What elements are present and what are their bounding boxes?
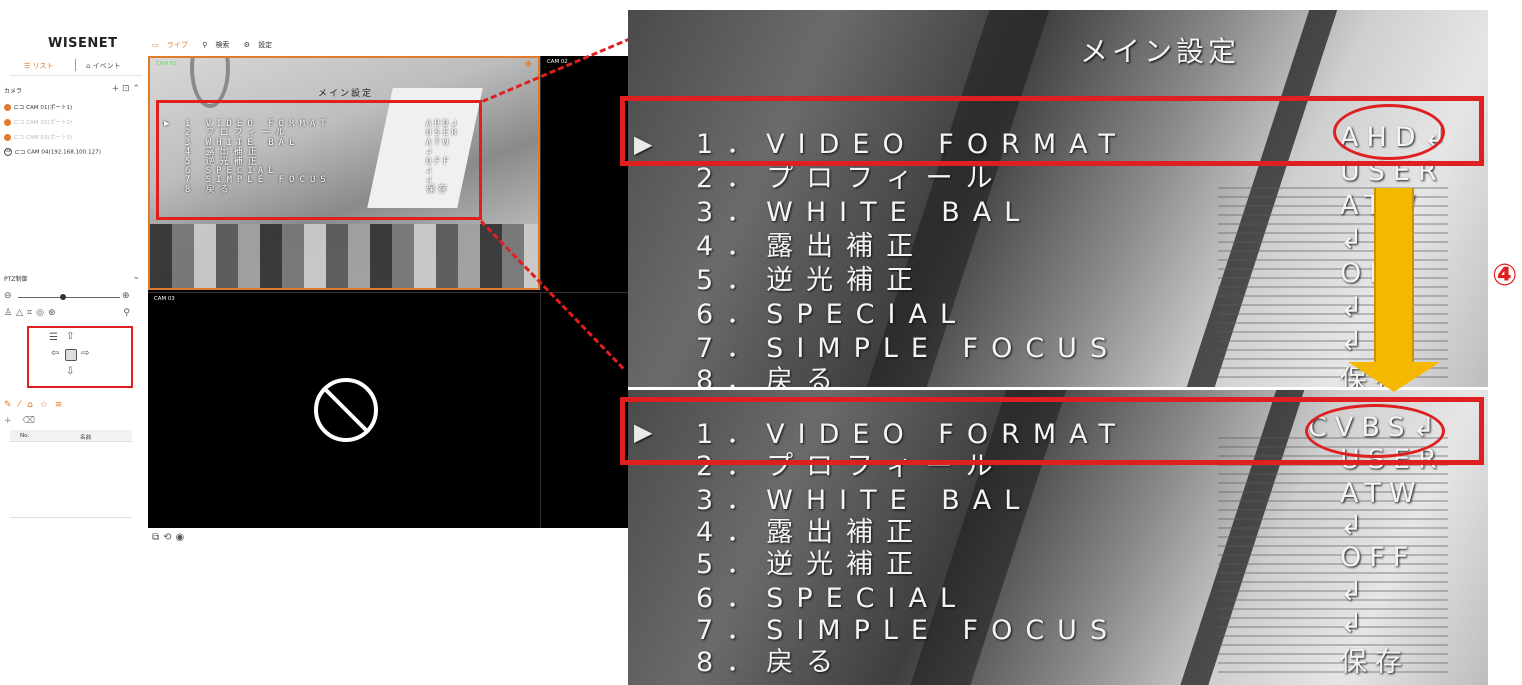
osd-row: 4．露出補正 ↲ (696, 510, 1371, 548)
osd-row: 8．戻る 保存 (696, 647, 1410, 678)
status-dot (4, 119, 11, 126)
osd-menu-before: ▶ 1．VIDEO FORMAT AHD↲ 2．プロフィール USER 3．WHIT… (628, 10, 1488, 387)
camera-icon: ⊏⊐ (14, 119, 25, 126)
nav-settings[interactable]: ⚙ 設定 (244, 41, 279, 49)
ptz-indicator-icon: ✥ (524, 60, 532, 70)
osd-row: 5．逆光補正OFF (696, 542, 1417, 580)
camera-item[interactable]: ⊏⊐ CAM 03(ポート3) (4, 133, 72, 144)
pixelated-region (150, 224, 538, 288)
area-icon[interactable]: ⌗ (27, 308, 36, 318)
osd-row: 7．SIMPLE FOCUS ↲ (696, 326, 1371, 364)
osd-row: 3．WHITE BALATW (696, 190, 1416, 228)
ptz-zoom-slider[interactable]: ⊖ ⊕ (4, 291, 136, 303)
camera-item[interactable]: ⊏⊐ CAM 02(ポート2) (4, 118, 72, 129)
camera-actions: + ⊡ ⌃ (112, 84, 140, 94)
column-no: No. (20, 433, 30, 439)
sidebar-tabs: ☰ リスト ⌂ イベント (10, 58, 142, 76)
zoom-in-icon[interactable]: ⊕ (122, 291, 130, 301)
chevron-up-icon[interactable]: ⌃ (132, 84, 140, 94)
video-tile-cam02[interactable]: CAM 02 (540, 56, 628, 290)
osd-row: 6．SPECIAL ↲ (696, 292, 1371, 330)
top-nav: ▭ ライブ ⚲ 検索 ⚙ 設定 (152, 40, 284, 50)
camera-add-icon[interactable]: ⊡ (122, 84, 130, 94)
nav-live[interactable]: ▭ ライブ (152, 41, 194, 49)
ptz-tool-icons: ♙△⌗◎⊛ ⚲ (4, 308, 138, 318)
camera-section-header: カメラ + ⊡ ⌃ (4, 84, 140, 95)
add-icon[interactable]: + (4, 416, 16, 426)
tab-divider (75, 59, 76, 71)
osd-row: 8．戻る 保存 (696, 365, 1410, 387)
record-icon[interactable]: ⟲ (163, 532, 175, 543)
preset-edit-icons: + ⌫ (4, 416, 39, 426)
tile-label: CAM 03 (154, 296, 175, 302)
dpad-center-button[interactable] (65, 349, 77, 361)
video-tile-cam03[interactable]: CAM 03 (148, 292, 540, 528)
change-arrow-shaft (1374, 188, 1414, 364)
status-dot: 04 (4, 148, 12, 156)
rec-badge-icon[interactable]: ◉ (176, 532, 189, 543)
osd-title-small: メイン設定 (318, 89, 374, 99)
list-icon[interactable]: ≡ (55, 400, 70, 410)
step-number: ④ (1492, 258, 1518, 293)
monitor-icon: ▭ (152, 41, 161, 49)
camera-icon: ⊏⊐ (15, 148, 26, 156)
preset-table-header: No. 名前 (10, 430, 132, 442)
change-arrow-head (1348, 362, 1440, 392)
tab-list[interactable]: ☰ リスト (24, 61, 54, 71)
export-icon[interactable]: ⧉ (152, 532, 163, 543)
home-icon[interactable]: ⌂ (27, 400, 40, 410)
divider (10, 517, 132, 518)
screenshot-root: WISENET ☰ リスト ⌂ イベント カメラ + ⊡ ⌃ ⊏⊐ CAM 01(… (0, 0, 1522, 685)
osd-highlight-box (156, 100, 482, 220)
zoom-track[interactable] (18, 297, 120, 298)
osd-row: 3．WHITE BALATW (696, 478, 1424, 516)
zoom-knob[interactable] (60, 294, 66, 300)
pen-icon[interactable]: ✎ (4, 400, 19, 410)
highlight-ellipse-before (1333, 104, 1445, 160)
preset-tool-icons: ✎⁄⌂☆≡ (4, 400, 69, 410)
chevron-down-icon[interactable]: ⌄ (132, 272, 140, 282)
wrench-icon[interactable]: ⚲ (123, 308, 134, 318)
osd-row: 5．逆光補正OFF (696, 258, 1408, 296)
delete-icon[interactable]: ⌫ (22, 416, 39, 426)
brand-logo: WISENET (48, 36, 118, 51)
ptz-section-header: PTZ制御 ⌄ (4, 272, 140, 283)
zoom-out-icon[interactable]: ⊖ (4, 291, 12, 301)
osd-row: 6．SPECIAL ↲ (696, 576, 1371, 614)
osd-row: 7．SIMPLE FOCUS ↲ (696, 608, 1371, 646)
grid-bottom-toolbar: ⧉⟲◉ (152, 532, 188, 543)
focus-icon[interactable]: ◎ (36, 308, 48, 318)
tile-label: CAM 01 (156, 61, 177, 67)
bell-icon: ⌂ (86, 62, 93, 70)
highlight-ellipse-after (1305, 404, 1445, 458)
no-signal-icon (314, 378, 378, 442)
arrow-down-icon[interactable]: ⇩ (66, 366, 74, 377)
gear-icon: ⚙ (243, 41, 253, 49)
nav-search[interactable]: ⚲ 検索 (202, 41, 235, 49)
camera-icon: ⊏⊐ (14, 134, 25, 141)
arrow-right-icon[interactable]: ⇨ (81, 348, 89, 359)
camera-item[interactable]: 04 ⊏⊐ CAM 04(192.168.100.127) (4, 148, 101, 159)
search-icon: ⚲ (202, 41, 210, 49)
osd-row: 4．露出補正 ↲ (696, 224, 1371, 262)
arrow-left-icon[interactable]: ⇦ (51, 348, 59, 359)
arrow-up-icon[interactable]: ⇧ (66, 331, 74, 342)
column-name: 名前 (80, 435, 92, 441)
brush-icon[interactable]: ⁄ (19, 400, 28, 410)
status-dot (4, 134, 11, 141)
sidebar: WISENET ☰ リスト ⌂ イベント カメラ + ⊡ ⌃ ⊏⊐ CAM 01(… (0, 30, 148, 530)
person-icon[interactable]: ♙ (4, 308, 16, 318)
camera-icon: ⊏⊐ (14, 104, 25, 111)
iris-icon[interactable]: ⊛ (48, 308, 60, 318)
camera-item[interactable]: ⊏⊐ CAM 01(ポート1) (4, 103, 72, 114)
tab-event[interactable]: ⌂ イベント (86, 61, 121, 71)
status-dot (4, 104, 11, 111)
triangle-icon[interactable]: △ (16, 308, 27, 318)
list-icon: ☰ (24, 62, 33, 70)
zoom-panel-before: メイン設定 ▶ 1．VIDEO FORMAT AHD↲ 2．プロフィール USER … (628, 10, 1488, 387)
add-icon[interactable]: + (112, 84, 120, 94)
ptz-dpad-highlight: ☰ ⇧ ⇦ ⇨ ⇩ (27, 326, 133, 388)
menu-icon[interactable]: ☰ (49, 332, 58, 343)
star-icon[interactable]: ☆ (40, 400, 55, 410)
